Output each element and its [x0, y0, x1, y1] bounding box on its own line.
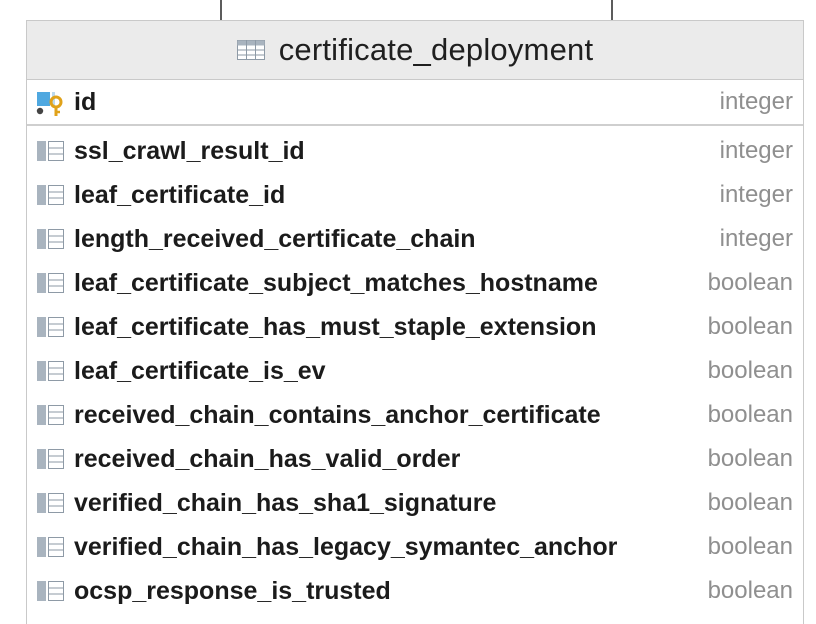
- column-name: verified_chain_has_sha1_signature: [74, 488, 497, 517]
- relation-line-right: [611, 0, 613, 22]
- column-name: received_chain_has_valid_order: [74, 444, 461, 473]
- column-icon: [36, 140, 66, 162]
- column-icon: [36, 580, 66, 602]
- column-name: received_chain_contains_anchor_certifica…: [74, 400, 601, 429]
- table-header[interactable]: certificate_deployment: [27, 21, 803, 80]
- column-row[interactable]: leaf_certificate_subject_matches_hostnam…: [27, 261, 803, 305]
- column-row[interactable]: received_chain_has_valid_order boolean: [27, 437, 803, 481]
- column-type: boolean: [707, 313, 793, 340]
- table-title: certificate_deployment: [278, 32, 594, 67]
- column-type: boolean: [707, 577, 793, 604]
- column-name: ssl_crawl_result_id: [74, 136, 305, 165]
- column-row[interactable]: verified_chain_has_legacy_symantec_ancho…: [27, 525, 803, 569]
- column-name: leaf_certificate_subject_matches_hostnam…: [74, 268, 598, 297]
- table-node[interactable]: certificate_deployment id integer ssl_cr…: [26, 20, 804, 624]
- column-name: leaf_certificate_has_must_staple_extensi…: [74, 312, 597, 341]
- column-row[interactable]: received_chain_contains_anchor_certifica…: [27, 393, 803, 437]
- diagram-canvas: certificate_deployment id integer ssl_cr…: [0, 0, 816, 624]
- column-row[interactable]: length_received_certificate_chain intege…: [27, 217, 803, 261]
- column-type: boolean: [707, 401, 793, 428]
- relation-line-left: [220, 0, 222, 22]
- column-icon: [36, 360, 66, 382]
- column-icon: [36, 228, 66, 250]
- primary-key-row[interactable]: id integer: [27, 80, 803, 126]
- column-icon: [36, 184, 66, 206]
- table-grid-icon: [236, 40, 265, 60]
- column-name: verified_chain_has_legacy_symantec_ancho…: [74, 532, 618, 561]
- column-name: leaf_certificate_is_ev: [74, 356, 326, 385]
- column-name: ocsp_response_is_trusted: [74, 576, 391, 605]
- column-type: integer: [719, 137, 793, 164]
- column-row[interactable]: verified_chain_has_sha1_signature boolea…: [27, 481, 803, 525]
- column-type: integer: [719, 225, 793, 252]
- column-icon: [36, 404, 66, 426]
- primary-key-column-icon: [36, 91, 66, 116]
- column-icon: [36, 448, 66, 470]
- column-list: ssl_crawl_result_id integer leaf_certifi…: [27, 126, 803, 613]
- column-name: id: [74, 87, 97, 116]
- column-type: boolean: [707, 489, 793, 516]
- column-type: boolean: [707, 357, 793, 384]
- column-row[interactable]: leaf_certificate_has_must_staple_extensi…: [27, 305, 803, 349]
- column-name: leaf_certificate_id: [74, 180, 286, 209]
- column-row[interactable]: ocsp_response_is_trusted boolean: [27, 569, 803, 613]
- column-type: boolean: [707, 445, 793, 472]
- column-icon: [36, 272, 66, 294]
- column-type: boolean: [707, 533, 793, 560]
- column-row[interactable]: ssl_crawl_result_id integer: [27, 129, 803, 173]
- column-row[interactable]: leaf_certificate_is_ev boolean: [27, 349, 803, 393]
- column-icon: [36, 492, 66, 514]
- column-type: integer: [719, 88, 793, 115]
- column-icon: [36, 316, 66, 338]
- column-icon: [36, 536, 66, 558]
- column-name: length_received_certificate_chain: [74, 224, 476, 253]
- column-type: boolean: [707, 269, 793, 296]
- column-type: integer: [719, 181, 793, 208]
- column-row[interactable]: leaf_certificate_id integer: [27, 173, 803, 217]
